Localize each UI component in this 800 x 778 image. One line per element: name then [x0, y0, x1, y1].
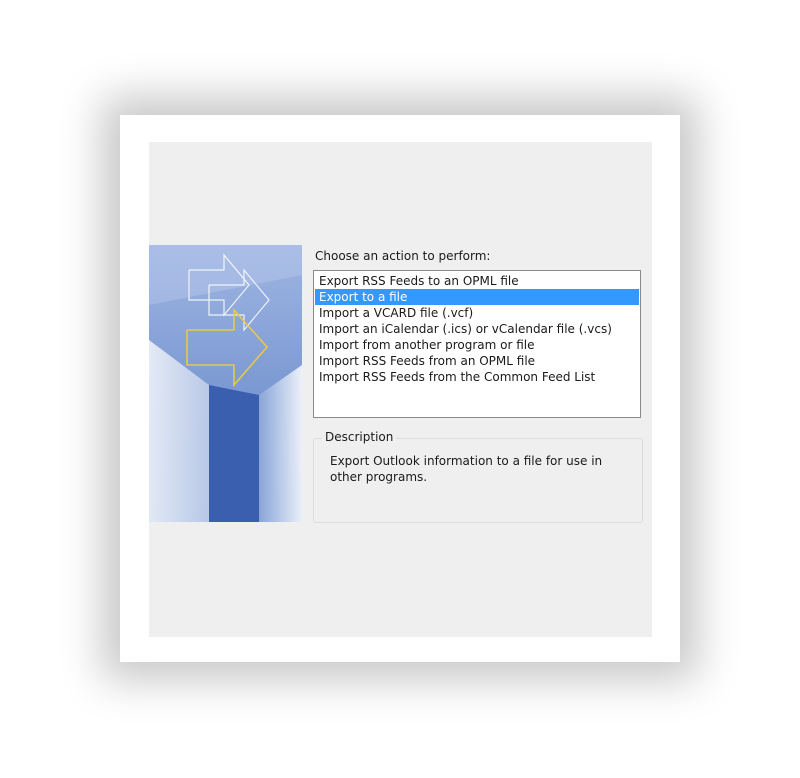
list-item[interactable]: Export RSS Feeds to an OPML file	[315, 273, 639, 289]
list-item[interactable]: Import RSS Feeds from an OPML file	[315, 353, 639, 369]
list-item-selected[interactable]: Export to a file	[315, 289, 639, 305]
list-item[interactable]: Import RSS Feeds from the Common Feed Li…	[315, 369, 639, 385]
import-export-wizard: Choose an action to perform: Export RSS …	[149, 142, 652, 637]
description-title: Description	[322, 430, 397, 444]
description-group: Description Export Outlook information t…	[313, 430, 643, 523]
list-item[interactable]: Import an iCalendar (.ics) or vCalendar …	[315, 321, 639, 337]
wizard-arrows-banner-icon	[149, 245, 302, 522]
list-item[interactable]: Import from another program or file	[315, 337, 639, 353]
action-listbox[interactable]: Export RSS Feeds to an OPML file Export …	[313, 270, 641, 418]
screenshot-frame: Choose an action to perform: Export RSS …	[120, 115, 680, 662]
list-item[interactable]: Import a VCARD file (.vcf)	[315, 305, 639, 321]
description-text: Export Outlook information to a file for…	[330, 454, 603, 484]
action-prompt-label: Choose an action to perform:	[315, 249, 491, 263]
